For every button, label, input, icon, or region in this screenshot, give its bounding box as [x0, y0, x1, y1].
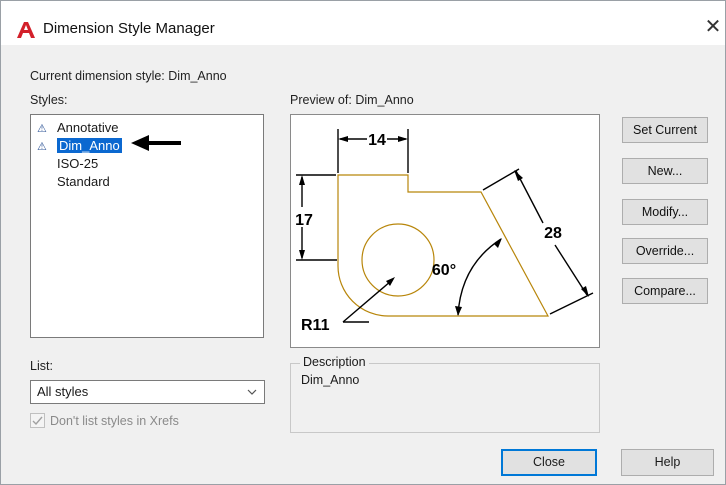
annotative-icon: ⚠ — [37, 123, 47, 135]
help-button[interactable]: Help — [621, 449, 714, 476]
list-filter-select[interactable]: All styles — [30, 380, 265, 404]
current-style-line: Current dimension style: Dim_Anno — [30, 69, 227, 83]
pointer-arrow-icon — [131, 135, 181, 151]
dim-left: 17 — [295, 212, 313, 229]
modify-button[interactable]: Modify... — [622, 199, 708, 225]
new-button[interactable]: New... — [622, 158, 708, 184]
preview-pane: 14 17 28 60° R11 — [290, 114, 600, 348]
dim-radius: R11 — [301, 317, 330, 334]
hole-circle — [361, 223, 435, 297]
annotative-icon: ⚠ — [37, 141, 47, 153]
preview-style-name: Dim_Anno — [355, 93, 414, 107]
close-icon[interactable]: ✕ — [701, 15, 725, 39]
style-item-annotative[interactable]: ⚠ Annotative — [37, 119, 118, 136]
description-value: Dim_Anno — [301, 373, 360, 387]
preview-label: Preview of: — [290, 93, 352, 107]
chevron-down-icon — [247, 389, 257, 395]
style-item-label: Standard — [57, 174, 110, 189]
dialog-window: Dimension Style Manager ✕ Current dimens… — [0, 0, 726, 485]
style-item-label: Dim_Anno — [57, 138, 122, 153]
styles-label: Styles: — [30, 93, 68, 107]
part-outline — [337, 174, 550, 317]
checkmark-icon — [32, 416, 43, 426]
dim-top: 14 — [368, 132, 386, 149]
style-item-standard[interactable]: Standard — [57, 173, 110, 190]
dim-angle: 60° — [432, 262, 456, 279]
preview-label-line: Preview of: Dim_Anno — [290, 93, 414, 107]
compare-button[interactable]: Compare... — [622, 278, 708, 304]
title-bar[interactable]: Dimension Style Manager ✕ — [1, 1, 725, 45]
style-item-label: ISO-25 — [57, 156, 99, 171]
description-label: Description — [300, 355, 369, 369]
list-label: List: — [30, 359, 53, 373]
override-button[interactable]: Override... — [622, 238, 708, 264]
style-item-iso-25[interactable]: ISO-25 — [57, 155, 98, 172]
xref-checkbox-label: Don't list styles in Xrefs — [50, 414, 179, 428]
xref-checkbox[interactable] — [30, 413, 45, 428]
style-item-label: Annotative — [57, 120, 119, 135]
list-filter-value: All styles — [37, 384, 89, 399]
dim-diagonal: 28 — [544, 225, 562, 242]
set-current-button[interactable]: Set Current — [622, 117, 708, 143]
window-title: Dimension Style Manager — [43, 20, 215, 37]
style-item-dim-anno[interactable]: ⚠ Dim_Anno — [37, 137, 122, 154]
close-button[interactable]: Close — [501, 449, 597, 476]
autocad-a-icon — [17, 22, 35, 38]
current-style-label: Current dimension style: — [30, 69, 165, 83]
current-style-value: Dim_Anno — [168, 69, 227, 83]
dimension-preview-drawing: 14 17 28 60° R11 — [295, 129, 594, 334]
